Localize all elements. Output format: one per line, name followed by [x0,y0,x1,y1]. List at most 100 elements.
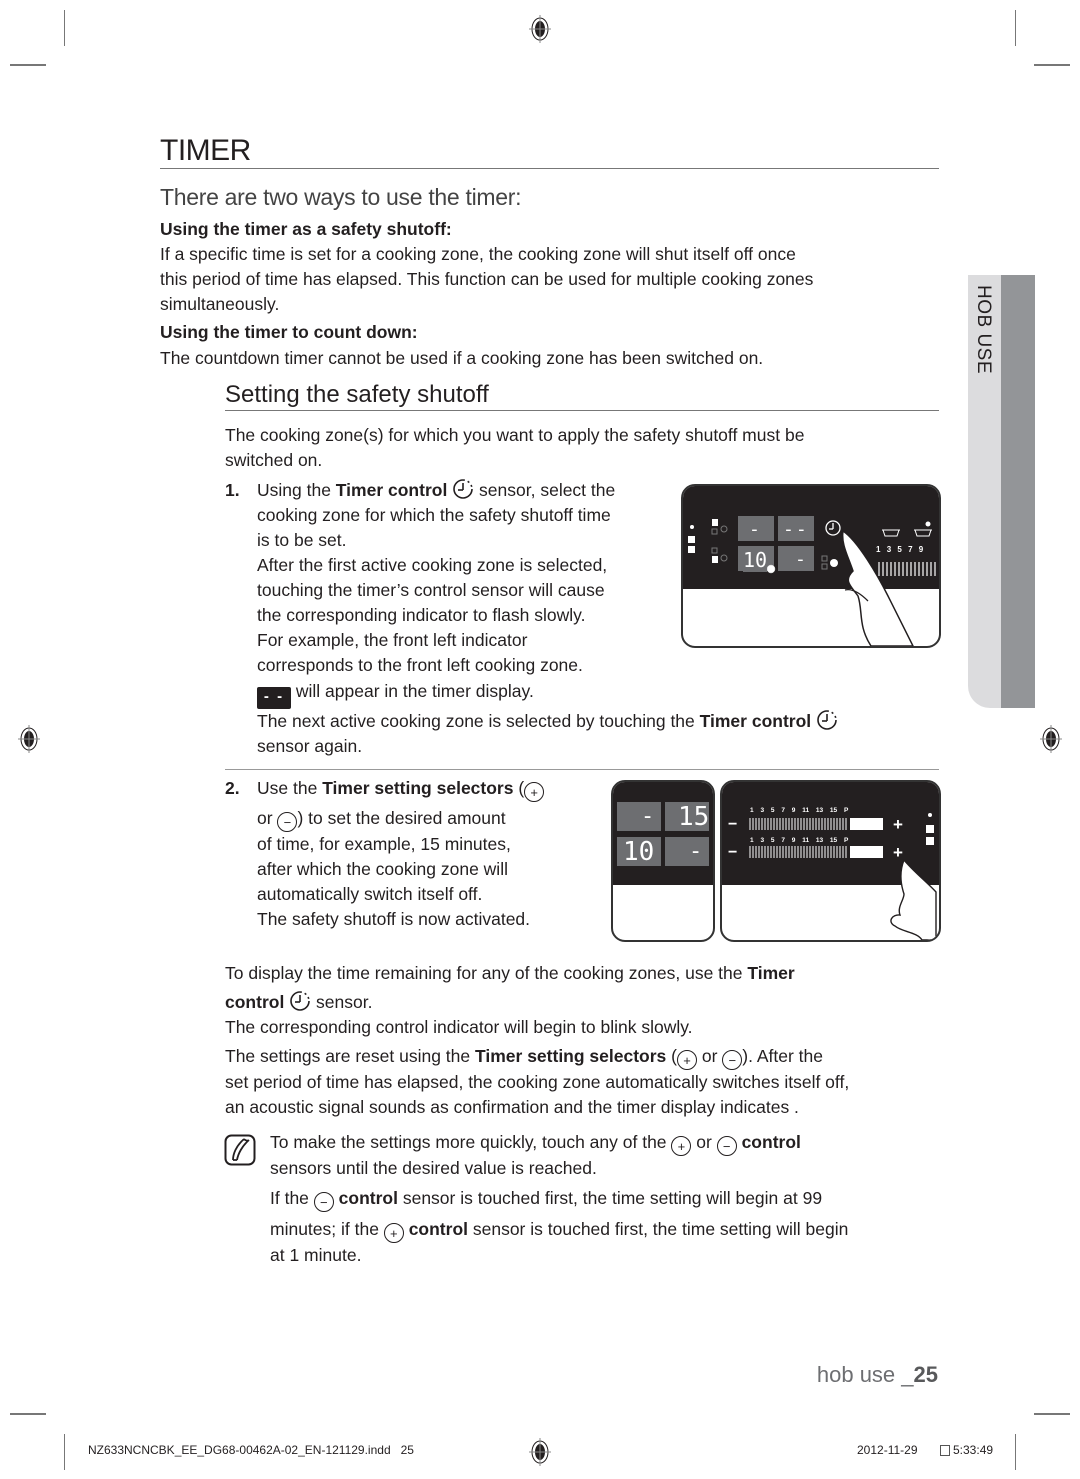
step2-text: Use the Timer setting selectors (+ or −)… [257,776,602,932]
step-number: 1. [225,480,240,500]
scale-label: 11 [802,807,810,814]
text-line: If the − control sensor is touched first… [270,1186,940,1212]
control-label: control [338,1188,398,1208]
timer-setting-selectors-label: Timer setting selectors [475,1046,667,1066]
text-line: If a specific time is set for a cooking … [160,244,796,264]
text-line: simultaneously. [160,294,280,314]
power-plus-button-bottom: + [893,843,903,862]
text-line: this period of time has elapsed. This fu… [160,269,814,289]
plus-sensor-icon: + [383,1223,404,1243]
text-line: The cooking zone(s) for which you want t… [225,425,805,445]
crop-mark [64,10,65,46]
control-label: control [408,1219,468,1239]
power-minus-button-bottom: − [728,844,738,861]
text-line: minutes; if the + control sensor is touc… [270,1217,940,1243]
side-tab-label: HOB USE [973,285,994,375]
crop-mark [10,64,46,66]
text-line: is to be set. [257,530,347,550]
display-remaining-text: To display the time remaining for any of… [225,961,940,1040]
text-line: To display the time remaining for any of… [225,961,940,986]
crop-mark [1015,10,1016,46]
title-rule [160,168,939,169]
plus-sensor-icon: + [671,1136,692,1156]
text-line: at 1 minute. [270,1245,362,1265]
page-number: 25 [913,1362,938,1387]
scale-label: 9 [791,807,796,814]
timer-display-bottom-right: - [795,549,806,570]
plus-sensor-icon: + [524,782,545,802]
power-scale-labels: 1 3 5 7 9 [876,545,923,554]
control-label: control [225,992,285,1012]
lead-text: There are two ways to use the timer: [160,184,522,210]
text-span: will appear in the timer display. [291,681,534,701]
timer-clock-icon [290,991,310,1011]
text-span: Use the [257,778,323,798]
page-title: TIMER [160,134,251,167]
text-span: To make the settings more quickly, touch… [270,1132,672,1152]
plus-sensor-icon: + [676,1050,697,1070]
section-title: Setting the safety shutoff [225,381,489,408]
way-text-safety: If a specific time is set for a cooking … [160,242,813,317]
text-line: set period of time has elapsed, the cook… [225,1072,850,1092]
scale-label: 5 [770,837,775,844]
text-span: sensor, select the [474,480,616,500]
scale-label: P [843,807,849,814]
timer-clock-icon [817,710,837,730]
text-span: sensor. [311,992,373,1012]
dash-display-line: - - will appear in the timer display. [257,679,534,709]
timer-setting-selectors-label: Timer setting selectors [322,778,514,798]
page-footer: hob use _25 [817,1362,938,1388]
scale-label: 9 [791,837,796,844]
text-span: The next active cooking zone is selected… [257,711,700,731]
section-intro: The cooking zone(s) for which you want t… [225,423,804,473]
text-line: control sensor. [225,990,940,1015]
text-line: For example, the front left indicator [257,630,528,650]
section-rule [225,410,939,411]
timer-display-top-left: - [641,804,655,829]
text-span: To display the time remaining for any of… [225,963,748,983]
panel-1-graphics [688,516,936,646]
power-minus-button-top: − [728,816,738,833]
scale-label: 3 [760,807,765,814]
crop-mark [1034,1413,1070,1415]
text-line: or −) to set the desired amount [257,806,602,832]
text-line: The corresponding control indicator will… [225,1017,693,1037]
text-span: minutes; if the [270,1219,384,1239]
text-span: or [691,1132,717,1152]
step-number: 2. [225,778,240,798]
print-slug-file: NZ633NCNCBK_EE_DG68-00462A-02_EN-121129.… [88,1443,414,1457]
scale-label: 5 [897,545,902,554]
timer-display-bottom-left: 10 [623,837,655,867]
step-divider [225,769,939,770]
registration-mark-icon [529,15,551,43]
text-line: To make the settings more quickly, touch… [270,1130,940,1156]
text-line: touching the timer’s control sensor will… [257,580,605,600]
text-line: corresponds to the front left cooking zo… [257,655,583,675]
minus-sensor-icon: − [277,812,298,832]
text-span: ( [513,778,525,798]
minus-sensor-icon: − [313,1192,334,1212]
timer-display-top-right: 15 [678,802,710,832]
next-zone-text: The next active cooking zone is selected… [257,709,937,759]
timer-display-bottom-right: - [689,839,703,864]
scale-label: P [843,837,849,844]
crop-mark [10,1413,46,1415]
scale-label: 13 [815,837,824,844]
registration-mark-icon [1040,725,1062,753]
side-tab-dark [1001,275,1035,708]
way-heading-countdown: Using the timer to count down: [160,322,418,342]
text-line: cooking zone for which the safety shutof… [257,505,611,525]
text-line: The next active cooking zone is selected… [257,709,937,734]
way-text-countdown: The countdown timer cannot be used if a … [160,346,763,371]
crop-mark [64,1434,65,1470]
scale-label: 1 [750,837,754,844]
text-line: automatically switch itself off. [257,884,483,904]
timer-dash-symbol: - - [257,687,291,709]
print-slug-date: 2012-11-29 [857,1443,918,1457]
power-plus-button-top: + [893,815,903,834]
scale-label: 1 [750,807,754,814]
text-span: Using the [257,480,336,500]
registration-mark-icon [529,1438,551,1466]
print-slug-time: 5:33:49 [953,1443,994,1457]
scale-label: 13 [815,807,824,814]
